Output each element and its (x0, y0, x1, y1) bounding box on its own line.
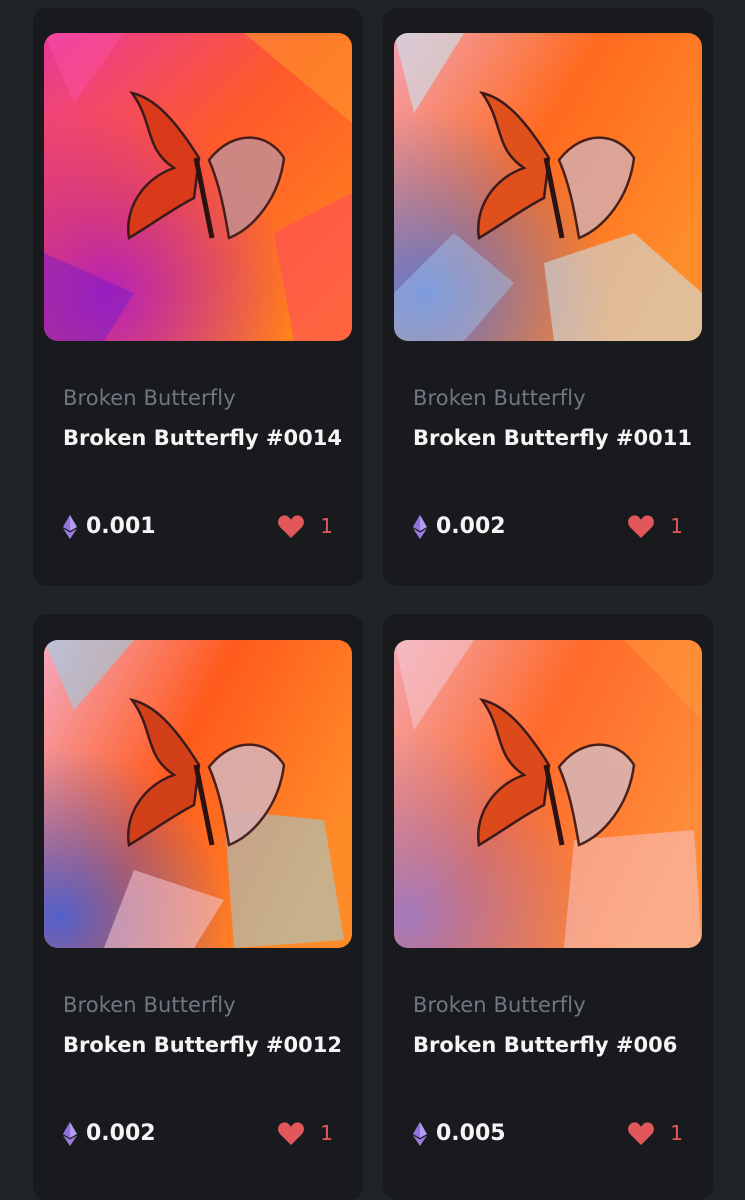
nft-price: 0.002 (413, 514, 506, 539)
price-value: 0.005 (436, 1121, 506, 1146)
ethereum-icon (413, 1121, 427, 1146)
nft-card[interactable]: Broken Butterfly Broken Butterfly #0014 … (33, 8, 363, 586)
heart-icon (278, 514, 305, 538)
nft-title[interactable]: Broken Butterfly #0012 (63, 1033, 342, 1057)
collection-name[interactable]: Broken Butterfly (413, 386, 586, 410)
price-value: 0.002 (436, 514, 506, 539)
collection-name[interactable]: Broken Butterfly (413, 993, 586, 1017)
nft-price: 0.001 (63, 514, 156, 539)
price-value: 0.001 (86, 514, 156, 539)
butterfly-artwork (394, 33, 702, 341)
nft-card[interactable]: Broken Butterfly Broken Butterfly #006 0… (383, 614, 713, 1200)
nft-image[interactable] (394, 33, 702, 341)
like-count: 1 (320, 514, 333, 538)
heart-icon (628, 514, 655, 538)
ethereum-icon (63, 1121, 77, 1146)
nft-image[interactable] (44, 640, 352, 948)
nft-title[interactable]: Broken Butterfly #006 (413, 1033, 677, 1057)
nft-title[interactable]: Broken Butterfly #0014 (63, 426, 342, 450)
like-button[interactable]: 1 (628, 1121, 683, 1145)
like-count: 1 (320, 1121, 333, 1145)
nft-title[interactable]: Broken Butterfly #0011 (413, 426, 692, 450)
like-count: 1 (670, 514, 683, 538)
collection-name[interactable]: Broken Butterfly (63, 993, 236, 1017)
nft-card[interactable]: Broken Butterfly Broken Butterfly #0012 … (33, 614, 363, 1200)
like-button[interactable]: 1 (278, 1121, 333, 1145)
nft-image[interactable] (394, 640, 702, 948)
like-button[interactable]: 1 (278, 514, 333, 538)
nft-card[interactable]: Broken Butterfly Broken Butterfly #0011 … (383, 8, 713, 586)
heart-icon (278, 1121, 305, 1145)
price-value: 0.002 (86, 1121, 156, 1146)
like-count: 1 (670, 1121, 683, 1145)
butterfly-artwork (44, 640, 352, 948)
collection-name[interactable]: Broken Butterfly (63, 386, 236, 410)
nft-grid: Broken Butterfly Broken Butterfly #0014 … (0, 0, 745, 1200)
heart-icon (628, 1121, 655, 1145)
butterfly-artwork (44, 33, 352, 341)
like-button[interactable]: 1 (628, 514, 683, 538)
butterfly-artwork (394, 640, 702, 948)
nft-image[interactable] (44, 33, 352, 341)
ethereum-icon (413, 514, 427, 539)
nft-price: 0.002 (63, 1121, 156, 1146)
nft-price: 0.005 (413, 1121, 506, 1146)
ethereum-icon (63, 514, 77, 539)
